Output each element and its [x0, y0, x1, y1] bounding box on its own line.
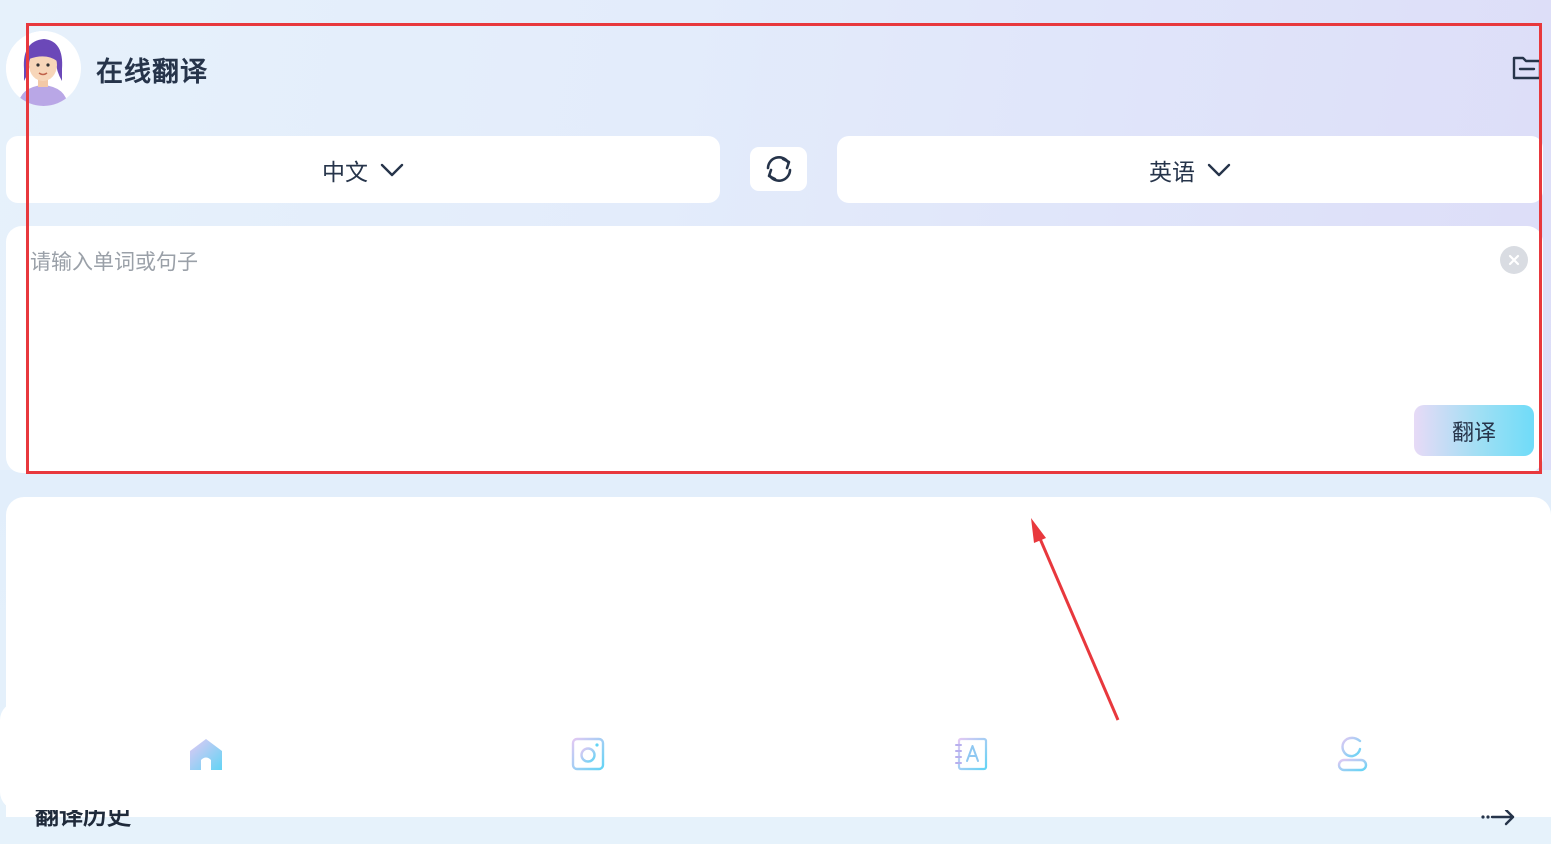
swap-languages-button[interactable]	[750, 147, 807, 191]
chevron-down-icon	[1207, 163, 1231, 176]
page-title: 在线翻译	[96, 57, 208, 88]
user-avatar-icon	[6, 31, 80, 106]
nav-profile[interactable]	[1332, 734, 1372, 774]
bottom-nav	[0, 702, 1551, 810]
nav-dictionary[interactable]	[951, 734, 991, 774]
nav-camera[interactable]	[568, 734, 608, 774]
source-language-select[interactable]: 中文	[6, 136, 720, 203]
clear-icon	[1508, 254, 1520, 266]
source-language-label: 中文	[322, 159, 368, 186]
translate-button[interactable]: 翻译	[1414, 405, 1534, 456]
avatar[interactable]	[6, 31, 81, 106]
target-language-select[interactable]: 英语	[837, 136, 1543, 203]
chevron-down-icon	[380, 163, 404, 176]
source-text-input[interactable]	[30, 246, 1470, 396]
input-card: 翻译	[6, 226, 1543, 473]
camera-icon	[571, 737, 605, 771]
dictionary-icon	[955, 737, 988, 771]
profile-icon	[1337, 736, 1368, 772]
clear-input-button[interactable]	[1500, 246, 1528, 274]
nav-home[interactable]	[186, 734, 226, 774]
swap-icon	[766, 156, 791, 182]
target-language-label: 英语	[1149, 159, 1195, 186]
folder-icon[interactable]	[1511, 52, 1543, 84]
home-icon	[190, 739, 222, 770]
